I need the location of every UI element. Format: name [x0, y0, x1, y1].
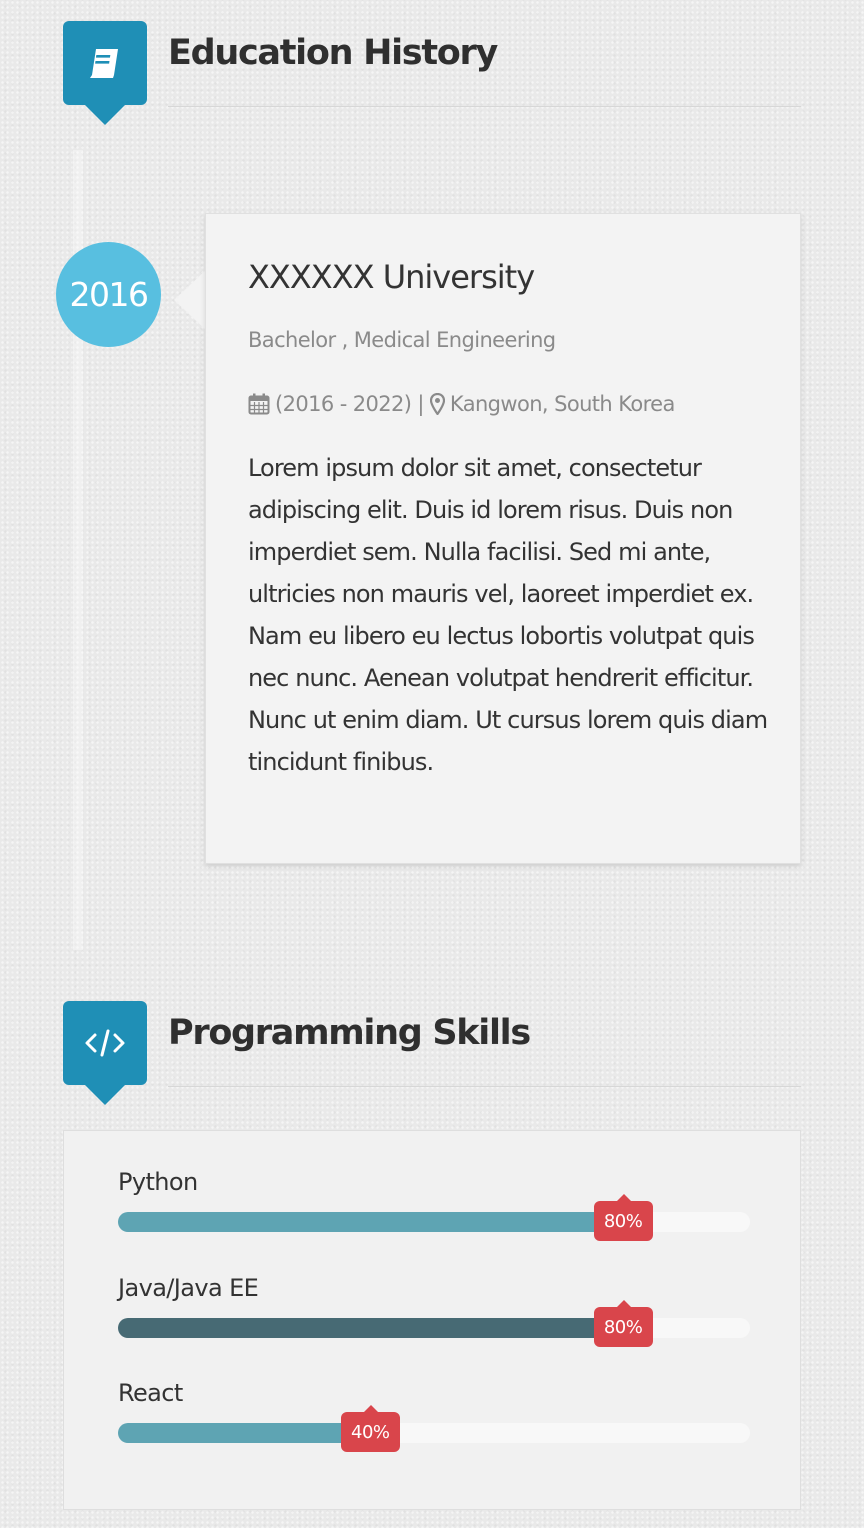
skill-bar-track	[118, 1318, 750, 1338]
school-name: XXXXXX University	[248, 258, 535, 296]
year-badge: 2016	[56, 242, 161, 347]
skill-bar-fill	[118, 1423, 371, 1443]
code-icon	[63, 1001, 147, 1105]
degree-text: Bachelor , Medical Engineering	[248, 328, 556, 352]
skill-percent-badge: 80%	[593, 1194, 653, 1241]
skill-percent-badge: 40%	[340, 1405, 400, 1452]
education-title: Education History	[168, 33, 498, 73]
card-pointer	[174, 270, 206, 330]
calendar-icon	[248, 393, 270, 415]
skills-card: Python 80% Java/Java EE 80% React 40%	[63, 1130, 801, 1510]
education-section-header: Education History	[63, 21, 801, 125]
skill-bar-fill	[118, 1212, 624, 1232]
map-marker-icon	[429, 393, 445, 415]
education-title-divider	[168, 106, 801, 107]
skill-bar-fill	[118, 1318, 624, 1338]
skill-name: Python	[118, 1168, 198, 1196]
education-description: Lorem ipsum dolor sit amet, consectetur …	[248, 454, 768, 776]
skills-section-header: Programming Skills	[63, 1001, 801, 1105]
skills-title: Programming Skills	[168, 1013, 531, 1053]
location-text: Kangwon, South Korea	[449, 392, 675, 416]
meta-separator: |	[417, 392, 424, 416]
education-meta: (2016 - 2022) | Kangwon, South Korea	[248, 392, 675, 416]
skill-name: React	[118, 1379, 183, 1407]
period-text: (2016 - 2022)	[275, 392, 412, 416]
skill-percent-badge: 80%	[593, 1300, 653, 1347]
skill-name: Java/Java EE	[118, 1274, 259, 1302]
skills-title-divider	[168, 1086, 801, 1087]
skill-bar-track	[118, 1423, 750, 1443]
education-card: XXXXXX University Bachelor , Medical Eng…	[205, 213, 801, 864]
book-icon	[63, 21, 147, 125]
skill-bar-track	[118, 1212, 750, 1232]
